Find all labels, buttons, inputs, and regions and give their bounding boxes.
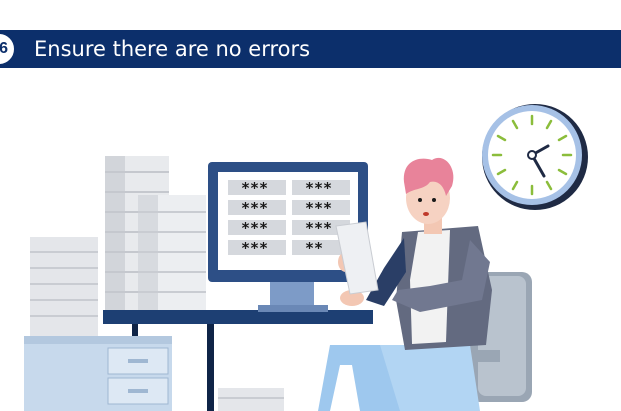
masked-field: *** [241, 219, 268, 237]
office-illustration: *** *** *** *** *** *** *** ** [24, 104, 588, 411]
wall-clock-icon [482, 104, 588, 210]
paper-stack-mid-icon [138, 195, 206, 315]
masked-field: *** [305, 199, 332, 217]
masked-field: *** [241, 199, 268, 217]
masked-field: *** [305, 219, 332, 237]
masked-field: *** [305, 179, 332, 197]
paper-stack-small-icon [218, 388, 284, 411]
masked-field: *** [241, 179, 268, 197]
paper-stack-left-icon [30, 237, 98, 337]
masked-field: ** [305, 239, 323, 257]
file-cabinet-icon [24, 336, 172, 411]
masked-field: *** [241, 239, 268, 257]
